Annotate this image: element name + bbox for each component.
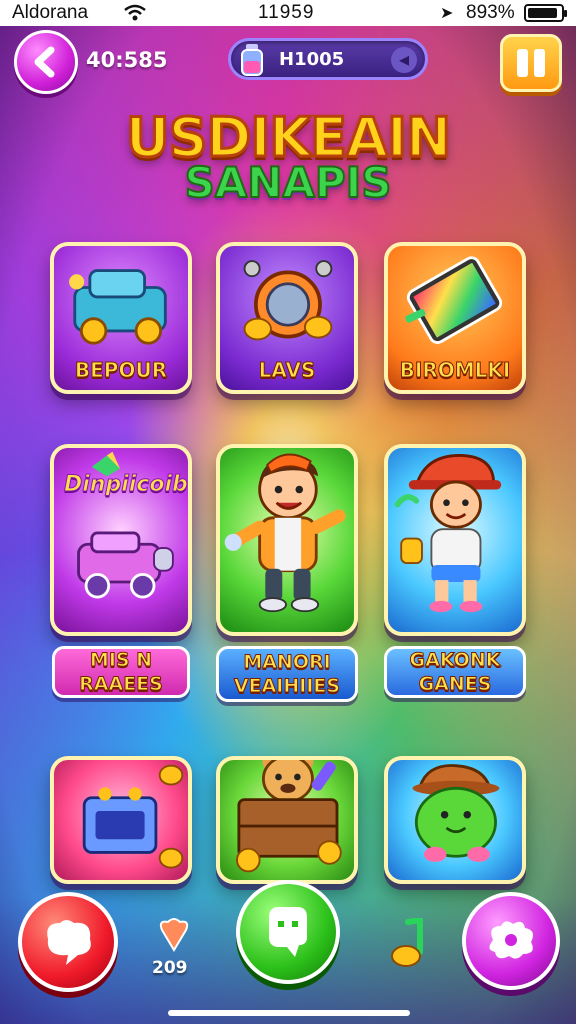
add-currency-icon[interactable]: ◂ xyxy=(391,47,417,73)
home-indicator[interactable] xyxy=(168,1010,410,1016)
tile-label: BEPOUR xyxy=(74,358,168,383)
level-tile-5[interactable] xyxy=(216,444,358,636)
level-tile-6[interactable] xyxy=(384,444,526,636)
carrier-name: Aldorana xyxy=(12,2,89,23)
back-button[interactable] xyxy=(14,30,78,94)
tile-label: LAVS xyxy=(258,358,316,383)
battery-level xyxy=(528,8,558,18)
game-subtitle: SANAPIS xyxy=(183,157,392,208)
status-bar: Aldorana 11959 ➤ 893% xyxy=(0,0,576,26)
level-tile-3[interactable]: BIROMLKI xyxy=(384,242,526,394)
potion-icon xyxy=(241,44,263,76)
play-button[interactable] xyxy=(236,880,340,984)
level-tile-2[interactable]: LAVS xyxy=(216,242,358,394)
level-tile-4[interactable]: Dinpiicoib xyxy=(50,444,192,636)
settings-button[interactable] xyxy=(462,892,560,990)
back-arrow-icon xyxy=(34,46,55,78)
currency-amount: H1005 xyxy=(279,49,345,70)
green-blob-character xyxy=(412,764,500,862)
settings-icon xyxy=(489,921,533,959)
battery-icon xyxy=(524,4,567,22)
boy-character xyxy=(224,453,346,613)
tile-label: BIROMLKI xyxy=(399,358,511,383)
music-note-icon xyxy=(391,918,423,967)
chat-icon xyxy=(47,920,91,965)
wifi-icon xyxy=(124,4,146,21)
tile-5-label[interactable]: MANORI VEAIHIIES xyxy=(216,646,358,702)
pause-icon xyxy=(517,49,528,77)
pause-button[interactable] xyxy=(500,34,562,92)
bear-treasure-chest xyxy=(236,760,342,873)
battery-percent: 893% xyxy=(466,2,515,23)
level-tile-8[interactable] xyxy=(216,756,358,884)
level-tile-7[interactable] xyxy=(50,756,192,884)
location-icon: ➤ xyxy=(440,5,454,22)
level-tile-1[interactable]: BEPOUR xyxy=(50,242,192,394)
clock: 11959 xyxy=(258,2,315,23)
tile-6-label[interactable]: GAKONK GANES xyxy=(384,646,526,698)
level-tile-9[interactable] xyxy=(384,756,526,884)
gem-icon xyxy=(159,918,189,952)
currency-pill[interactable]: H1005 ◂ xyxy=(228,38,428,80)
tile-4-label[interactable]: MIS N RAAEES xyxy=(52,646,190,698)
gem-count: 209 xyxy=(152,958,188,978)
gift-box-icon xyxy=(82,764,184,869)
kid-character xyxy=(394,454,502,613)
play-icon xyxy=(269,907,307,957)
timer: 40:585 xyxy=(86,48,168,72)
chat-button[interactable] xyxy=(18,892,118,992)
toy-car-icon xyxy=(77,451,174,599)
